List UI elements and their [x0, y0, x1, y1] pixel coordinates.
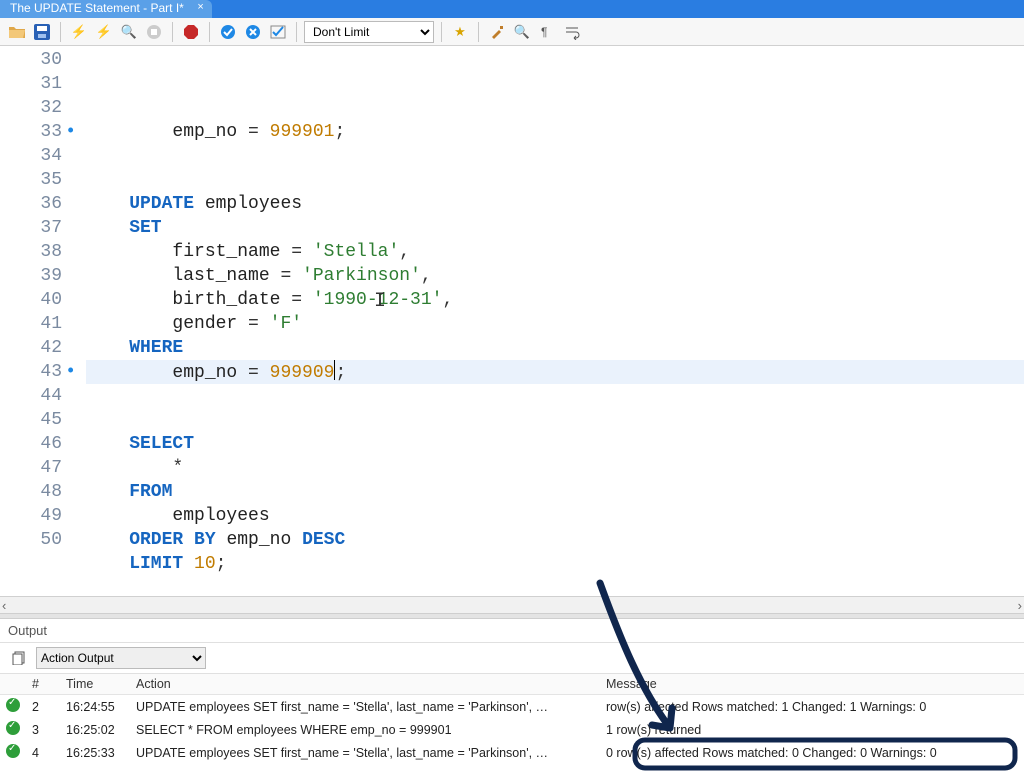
output-row[interactable]: 316:25:02SELECT * FROM employees WHERE e…	[0, 718, 1024, 741]
code-token: ORDER BY	[86, 530, 226, 550]
code-token: 'F'	[270, 314, 302, 334]
wrap-icon[interactable]	[561, 21, 583, 43]
code-token: ;	[335, 363, 346, 383]
output-row[interactable]: 216:24:55UPDATE employees SET first_name…	[0, 695, 1024, 719]
output-copy-icon[interactable]	[8, 647, 30, 669]
row-action: SELECT * FROM employees WHERE emp_no = 9…	[130, 718, 600, 741]
code-token: employees	[205, 194, 302, 214]
code-token: '1990-12-31'	[313, 290, 443, 310]
code-token: UPDATE	[86, 194, 205, 214]
row-limit-select[interactable]: Don't Limit	[304, 21, 434, 43]
code-token: 10	[194, 554, 216, 574]
row-time: 16:24:55	[60, 695, 130, 719]
editor-tab-label: The UPDATE Statement - Part I*	[10, 1, 184, 15]
separator	[209, 22, 210, 42]
row-time: 16:25:02	[60, 718, 130, 741]
code-token: DESC	[302, 530, 345, 550]
separator	[441, 22, 442, 42]
code-token: LIMIT	[86, 554, 194, 574]
output-type-select[interactable]: Action Output	[36, 647, 206, 669]
row-message: 1 row(s) returned	[600, 718, 1024, 741]
col-time[interactable]: Time	[60, 674, 130, 695]
scroll-right-icon[interactable]: ›	[1018, 598, 1022, 613]
row-index: 3	[26, 718, 60, 741]
invisible-chars-icon[interactable]: ¶	[536, 21, 558, 43]
output-row[interactable]: 416:25:33UPDATE employees SET first_name…	[0, 741, 1024, 764]
svg-text:¶: ¶	[541, 25, 547, 39]
close-icon[interactable]: ×	[197, 1, 203, 13]
code-token: ,	[442, 290, 453, 310]
code-token: employees	[86, 506, 270, 526]
code-token: birth_date	[86, 290, 291, 310]
save-icon[interactable]	[31, 21, 53, 43]
tab-strip: The UPDATE Statement - Part I* ×	[0, 0, 212, 18]
row-action: UPDATE employees SET first_name = 'Stell…	[130, 741, 600, 764]
code-token: first_name	[86, 242, 291, 262]
code-token: =	[248, 363, 270, 383]
code-area[interactable]: I emp_no = 999901; UPDATE employees SET …	[82, 46, 1024, 596]
line-gutter: 3031323334353637383940414243444546474849…	[0, 46, 82, 596]
autocommit-icon[interactable]	[267, 21, 289, 43]
code-token: last_name	[86, 266, 280, 286]
code-token: =	[280, 266, 302, 286]
code-token: =	[248, 122, 270, 142]
action-output-table: # Time Action Message 216:24:55UPDATE em…	[0, 674, 1024, 764]
output-panel-title: Output	[0, 619, 1024, 642]
rollback-icon[interactable]	[242, 21, 264, 43]
sql-editor[interactable]: 3031323334353637383940414243444546474849…	[0, 46, 1024, 596]
execute-icon[interactable]: ⚡	[68, 21, 90, 43]
code-token: =	[291, 242, 313, 262]
explain-icon[interactable]: 🔍	[118, 21, 140, 43]
row-message: row(s) affected Rows matched: 1 Changed:…	[600, 695, 1024, 719]
code-token: =	[248, 314, 270, 334]
execute-current-icon[interactable]: ⚡	[93, 21, 115, 43]
beautify-icon[interactable]	[486, 21, 508, 43]
row-index: 2	[26, 695, 60, 719]
output-panel: Output Action Output # Time Action Messa…	[0, 619, 1024, 764]
row-index: 4	[26, 741, 60, 764]
open-icon[interactable]	[6, 21, 28, 43]
find-icon[interactable]: 🔍	[511, 21, 533, 43]
stop-on-error-icon[interactable]	[180, 21, 202, 43]
code-token: =	[291, 290, 313, 310]
status-ok-icon	[6, 698, 20, 712]
horizontal-scrollbar[interactable]: ‹ ›	[0, 596, 1024, 613]
separator	[60, 22, 61, 42]
output-toolbar: Action Output	[0, 642, 1024, 674]
code-token: 'Parkinson'	[302, 266, 421, 286]
separator	[478, 22, 479, 42]
code-token: SET	[86, 218, 162, 238]
toolbar: ⚡ ⚡ 🔍 Don't Limit ★ 🔍 ¶	[0, 18, 1024, 46]
code-token: SELECT	[86, 434, 194, 454]
scroll-left-icon[interactable]: ‹	[2, 598, 6, 613]
editor-tab[interactable]: The UPDATE Statement - Part I* ×	[0, 0, 212, 18]
code-token: ,	[421, 266, 432, 286]
separator	[172, 22, 173, 42]
code-token: ;	[334, 122, 345, 142]
code-token: WHERE	[86, 338, 183, 358]
code-token: 'Stella'	[313, 242, 399, 262]
code-token: ;	[216, 554, 227, 574]
code-token: emp_no	[86, 363, 248, 383]
col-message[interactable]: Message	[600, 674, 1024, 695]
commit-icon[interactable]	[217, 21, 239, 43]
row-action: UPDATE employees SET first_name = 'Stell…	[130, 695, 600, 719]
code-token: FROM	[86, 482, 172, 502]
col-index[interactable]: #	[26, 674, 60, 695]
row-message: 0 row(s) affected Rows matched: 0 Change…	[600, 741, 1024, 764]
code-token: emp_no	[86, 122, 248, 142]
stop-icon[interactable]	[143, 21, 165, 43]
code-token: 999909	[270, 363, 335, 383]
status-ok-icon	[6, 721, 20, 735]
status-ok-icon	[6, 744, 20, 758]
separator	[296, 22, 297, 42]
code-token: gender	[86, 314, 248, 334]
col-action[interactable]: Action	[130, 674, 600, 695]
code-token: 999901	[270, 122, 335, 142]
row-time: 16:25:33	[60, 741, 130, 764]
code-token: ,	[399, 242, 410, 262]
favorite-icon[interactable]: ★	[449, 21, 471, 43]
code-token: *	[86, 458, 183, 478]
code-token: emp_no	[226, 530, 302, 550]
